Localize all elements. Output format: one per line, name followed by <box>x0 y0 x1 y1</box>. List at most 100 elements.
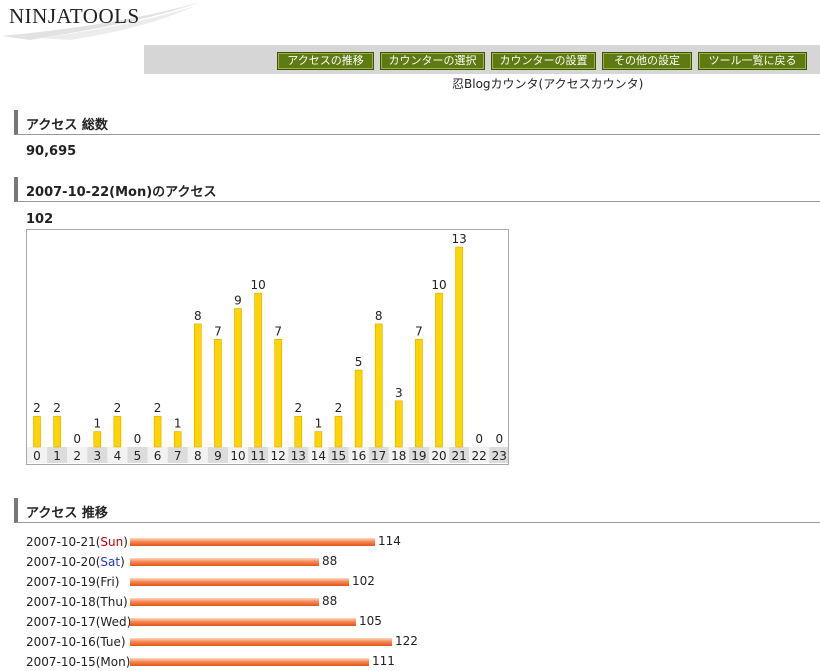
hourly-chart: 2 0 2 1 0 2 1 3 2 4 0 5 2 6 1 7 8 8 7 9 9 10 10 11 7 12 2 13 1 14 2 15 5… <box>26 229 510 465</box>
history-value: 122 <box>395 634 418 648</box>
chart-bar <box>33 415 41 448</box>
chart-bar <box>334 415 343 448</box>
x-tick-label: 4 <box>114 449 122 463</box>
x-tick-label: 12 <box>271 449 286 463</box>
history-value: 105 <box>359 614 382 628</box>
chart-bar <box>113 415 122 448</box>
bar-value-label: 1 <box>174 417 182 431</box>
page-subtitle: 忍Blogカウンタ(アクセスカウンタ) <box>452 77 644 91</box>
history-date: 2007-10-21(Sun) <box>26 535 128 549</box>
nav-counter-install-button[interactable]: カウンターの設置 <box>491 52 596 70</box>
history-bar <box>130 638 392 646</box>
total-access-count: 90,695 <box>26 144 77 159</box>
chart-bar <box>435 292 443 448</box>
bar-value-label: 0 <box>73 432 81 446</box>
bar-value-label: 5 <box>355 355 363 369</box>
logo[interactable]: NINJATOOLS <box>0 0 210 42</box>
bar-value-label: 2 <box>154 401 162 415</box>
bar-value-label: 2 <box>53 401 61 415</box>
history-date: 2007-10-19(Fri) <box>26 575 120 589</box>
history-value: 88 <box>322 554 338 568</box>
bar-value-label: 7 <box>415 324 423 338</box>
section-title-daily: 2007-10-22(Mon)のアクセス <box>26 185 217 200</box>
chart-bar <box>214 339 222 448</box>
chart-bar <box>53 415 61 448</box>
x-tick-label: 2 <box>73 449 81 463</box>
chart-bar <box>194 323 202 448</box>
chart-bar <box>93 431 102 448</box>
x-tick-label: 17 <box>371 449 386 463</box>
nav-bar: アクセスの推移 カウンターの選択 カウンターの設置 その他の設定 ツール一覧に戻… <box>144 45 820 74</box>
bar-value-label: 0 <box>475 432 483 446</box>
bar-value-label: 1 <box>93 417 101 431</box>
chart-bar <box>455 246 463 448</box>
history-value: 114 <box>378 534 401 548</box>
x-tick-label: 5 <box>134 449 142 463</box>
history-date: 2007-10-18(Thu) <box>26 595 128 609</box>
history-bar <box>130 538 375 546</box>
history-date: 2007-10-16(Tue) <box>26 635 126 649</box>
x-tick-label: 0 <box>33 449 41 463</box>
nav-other-settings-button[interactable]: その他の設定 <box>602 52 692 70</box>
daily-access-count: 102 <box>26 212 54 227</box>
x-tick-label: 1 <box>53 449 61 463</box>
x-tick-label: 3 <box>93 449 101 463</box>
x-tick-label: 15 <box>331 449 346 463</box>
x-tick-label: 23 <box>492 449 507 463</box>
hourly-chart-svg: 2021021324052617887991010117122131142155… <box>27 232 510 463</box>
x-tick-label: 8 <box>194 449 202 463</box>
section-title-history: アクセス 推移 <box>26 506 108 521</box>
section-header-history: アクセス 推移 <box>14 498 820 523</box>
x-tick-label: 22 <box>472 449 487 463</box>
section-title-total: アクセス 総数 <box>26 118 108 133</box>
x-tick-label: 19 <box>411 449 426 463</box>
history-date: 2007-10-20(Sat) <box>26 555 125 569</box>
section-header-daily: 2007-10-22(Mon)のアクセス <box>14 177 820 202</box>
x-tick-label: 9 <box>214 449 222 463</box>
chart-bar <box>415 339 423 448</box>
history-bar <box>130 618 356 626</box>
chart-bar <box>314 431 323 448</box>
chart-bar <box>374 323 383 448</box>
bar-value-label: 0 <box>134 432 142 446</box>
history-bar <box>130 658 369 666</box>
bar-value-label: 0 <box>495 432 503 446</box>
bar-value-label: 13 <box>451 232 466 246</box>
nav-access-trend-button[interactable]: アクセスの推移 <box>277 52 374 70</box>
section-header-total: アクセス 総数 <box>14 110 820 135</box>
history-bar <box>130 598 319 606</box>
chart-bar <box>394 400 403 448</box>
chart-bar <box>274 339 282 448</box>
bar-value-label: 10 <box>250 278 265 292</box>
bar-value-label: 8 <box>194 309 202 323</box>
x-tick-label: 20 <box>431 449 446 463</box>
bar-value-label: 3 <box>395 386 403 400</box>
history-value: 102 <box>352 574 375 588</box>
history-value: 88 <box>322 594 338 608</box>
x-tick-label: 10 <box>230 449 245 463</box>
nav-back-to-tools-button[interactable]: ツール一覧に戻る <box>698 52 807 70</box>
history-bar <box>130 558 319 566</box>
x-tick-label: 21 <box>451 449 466 463</box>
bar-value-label: 1 <box>315 417 323 431</box>
history-date: 2007-10-17(Wed) <box>26 615 132 629</box>
history-date: 2007-10-15(Mon) <box>26 655 131 669</box>
chart-bar <box>173 431 182 448</box>
chart-bar <box>153 415 162 448</box>
bar-value-label: 7 <box>274 324 282 338</box>
chart-bar <box>254 292 262 448</box>
nav-counter-select-button[interactable]: カウンターの選択 <box>380 52 485 70</box>
bar-value-label: 9 <box>234 294 242 308</box>
x-tick-label: 11 <box>250 449 265 463</box>
history-value: 111 <box>372 654 395 668</box>
bar-value-label: 2 <box>114 401 122 415</box>
x-tick-label: 16 <box>351 449 366 463</box>
x-tick-label: 18 <box>391 449 406 463</box>
bar-value-label: 2 <box>335 401 343 415</box>
x-tick-label: 7 <box>174 449 182 463</box>
bar-value-label: 2 <box>294 401 302 415</box>
logo-text: NINJATOOLS <box>9 4 140 28</box>
x-tick-label: 6 <box>154 449 162 463</box>
bar-value-label: 7 <box>214 324 222 338</box>
bar-value-label: 8 <box>375 309 383 323</box>
